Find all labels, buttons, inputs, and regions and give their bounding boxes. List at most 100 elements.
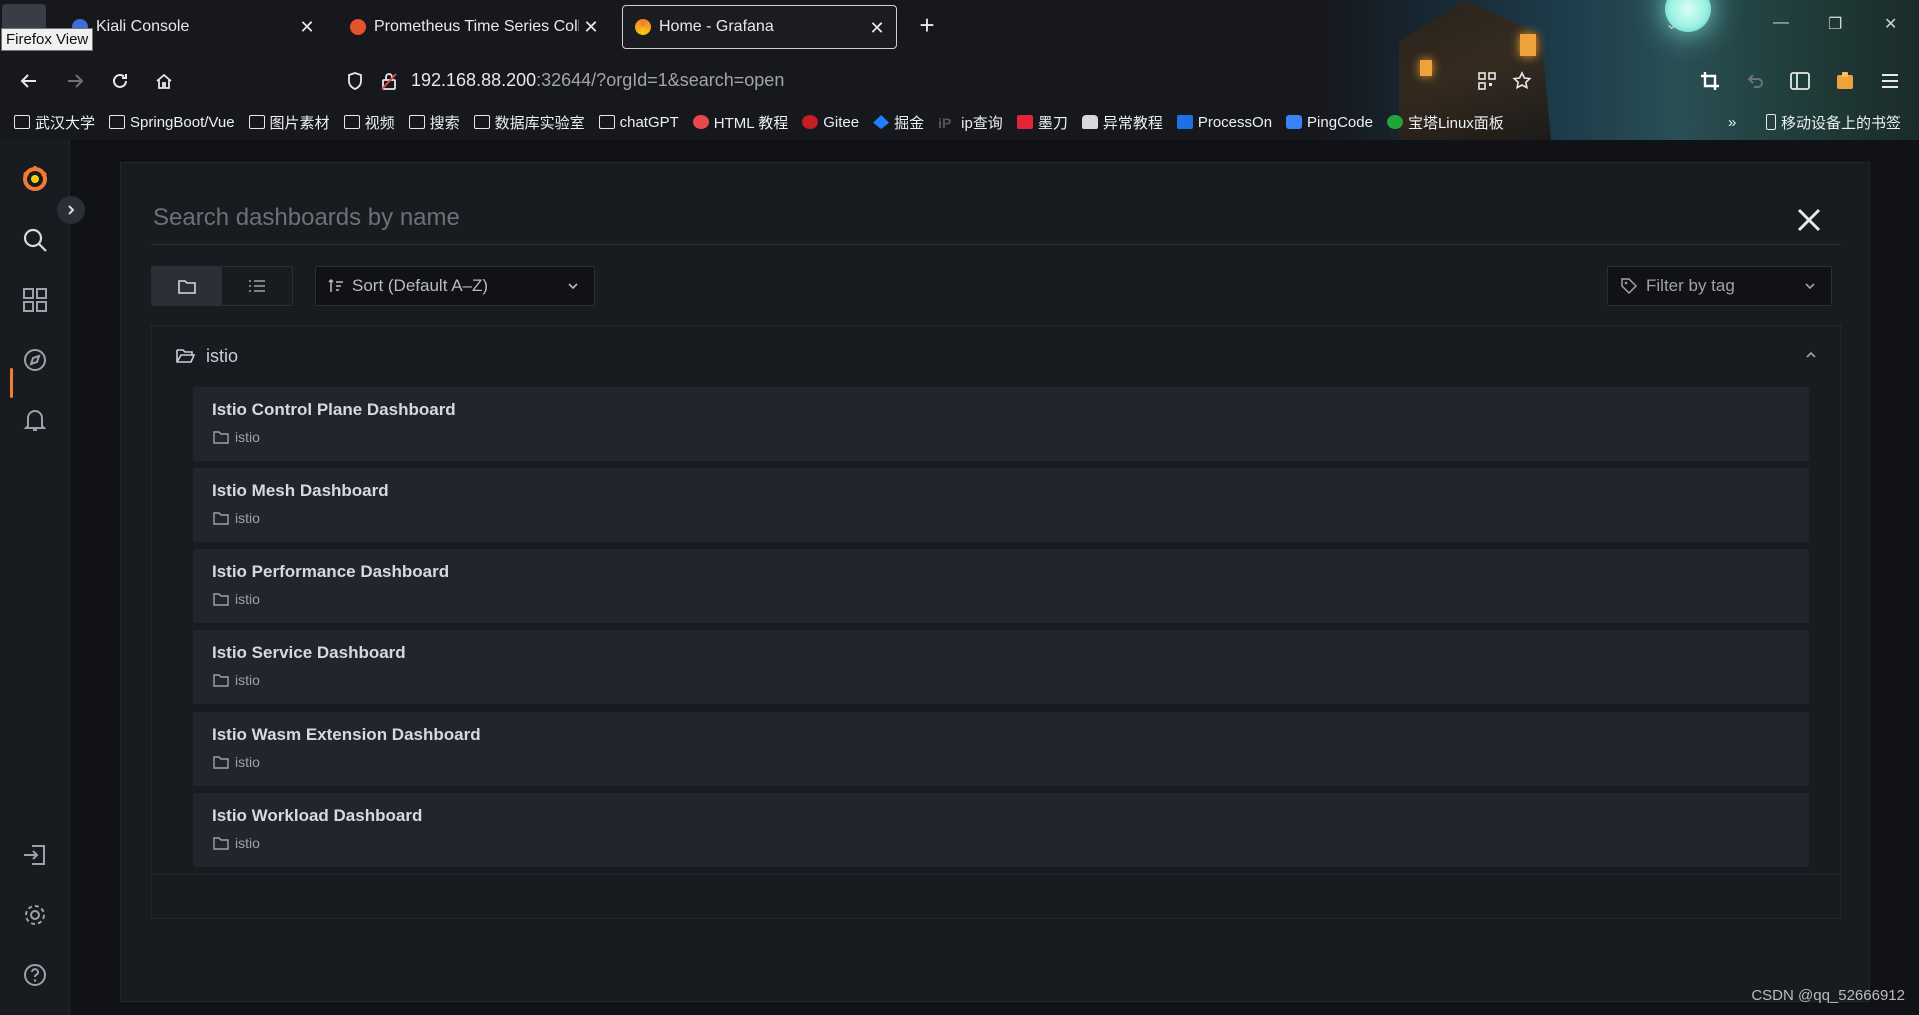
dashboard-title: Istio Control Plane Dashboard: [212, 400, 456, 419]
bookmark-item[interactable]: chatGPT: [598, 114, 679, 131]
dashboard-item[interactable]: Istio Performance Dashboard istio: [193, 549, 1809, 623]
url-bar[interactable]: 192.168.88.200:32644/?orgId=1&search=ope…: [411, 70, 784, 91]
dashboards-grid-icon[interactable]: [20, 285, 50, 315]
dashboard-folder-name: istio: [235, 591, 260, 607]
search-results: istio Istio Control Plane Dashboard isti…: [151, 325, 1841, 919]
bookmark-item[interactable]: SpringBoot/Vue: [109, 114, 235, 131]
bookmark-item[interactable]: Gitee: [802, 114, 859, 131]
sidebar-expand-button[interactable]: [57, 196, 85, 224]
folder-icon: [178, 280, 196, 294]
dashboard-item[interactable]: Istio Workload Dashboard istio: [193, 793, 1809, 867]
url-host: 192.168.88.200: [411, 70, 537, 90]
gitee-logo-icon: [802, 115, 819, 129]
juejin-logo-icon: [873, 115, 890, 129]
folder-view-button[interactable]: [152, 267, 222, 305]
tag-filter-select[interactable]: Filter by tag: [1607, 266, 1832, 306]
restore-button[interactable]: ❐: [1828, 14, 1842, 34]
search-nav-icon[interactable]: [20, 225, 50, 255]
tag-icon: [1621, 278, 1638, 295]
tracking-protection-shield-icon[interactable]: [340, 66, 370, 96]
tab-prometheus[interactable]: Prometheus Time Series Coll ✕: [338, 5, 610, 49]
chevron-down-icon: [1805, 283, 1815, 290]
list-view-button[interactable]: [222, 267, 292, 305]
close-search-button[interactable]: [1794, 205, 1824, 235]
list-tabs-chevron-icon[interactable]: ⌄: [1665, 14, 1678, 34]
tab-kiali[interactable]: Kiali Console ✕: [60, 5, 326, 49]
dashboard-folder-name: istio: [235, 429, 260, 445]
dashboard-item[interactable]: Istio Control Plane Dashboard istio: [193, 387, 1809, 461]
folder-icon: [343, 115, 360, 129]
folder-icon: [213, 756, 229, 769]
home-icon: [156, 73, 172, 89]
sign-in-icon[interactable]: [20, 840, 50, 870]
bookmark-label: Gitee: [823, 113, 860, 131]
close-icon[interactable]: ✕: [868, 19, 886, 37]
bookmark-item[interactable]: 宝塔Linux面板: [1386, 112, 1504, 133]
minimize-button[interactable]: —: [1773, 14, 1789, 32]
bookmark-star-icon[interactable]: [1507, 66, 1537, 96]
bookmark-label: 图片素材: [269, 114, 330, 132]
back-button[interactable]: [14, 66, 44, 96]
dashboard-item[interactable]: Istio Wasm Extension Dashboard istio: [193, 712, 1809, 786]
tab-grafana[interactable]: Home - Grafana ✕: [622, 5, 897, 49]
bookmark-item[interactable]: 墨刀: [1016, 112, 1068, 133]
bookmark-label: 异常教程: [1102, 114, 1163, 132]
menu-hamburger-icon[interactable]: [1875, 66, 1905, 96]
insecure-lock-icon[interactable]: [374, 66, 404, 96]
explore-compass-icon[interactable]: [20, 345, 50, 375]
search-underline: [151, 244, 1841, 245]
search-input[interactable]: [153, 197, 1653, 239]
help-icon[interactable]: [20, 960, 50, 990]
sort-label: Sort (Default A–Z): [352, 276, 489, 295]
settings-gear-icon[interactable]: [20, 900, 50, 930]
pingcode-logo-icon: [1286, 115, 1303, 129]
grafana-sidebar: [0, 140, 70, 1015]
bookmark-item[interactable]: ProcessOn: [1176, 114, 1272, 131]
extension-icon[interactable]: [1830, 66, 1860, 96]
reload-button[interactable]: [105, 66, 135, 96]
bookmark-item[interactable]: 数据库实验室: [473, 112, 585, 133]
dashboard-item[interactable]: Istio Mesh Dashboard istio: [193, 468, 1809, 542]
folder-icon: [213, 674, 229, 687]
bookmark-item[interactable]: 武汉大学: [14, 112, 95, 133]
bookmark-item[interactable]: 图片素材: [248, 112, 330, 133]
new-tab-button[interactable]: +: [912, 10, 942, 40]
mobile-device-icon: [1766, 114, 1776, 130]
bookmark-item[interactable]: 异常教程: [1081, 112, 1163, 133]
folder-icon: [213, 431, 229, 444]
bookmark-label: 宝塔Linux面板: [1407, 114, 1504, 132]
undo-icon[interactable]: [1740, 66, 1770, 96]
folder-section-header[interactable]: istio: [152, 326, 1840, 386]
bookmark-item[interactable]: HTML 教程: [692, 112, 788, 133]
close-icon[interactable]: ✕: [298, 18, 316, 36]
home-button[interactable]: [149, 66, 179, 96]
modao-logo-icon: [1016, 115, 1033, 129]
bookmarks-overflow-chevron-icon[interactable]: »: [1728, 114, 1736, 131]
folder-icon: [213, 837, 229, 850]
watermark-text: CSDN @qq_52666912: [1751, 987, 1905, 1004]
forward-button[interactable]: [60, 66, 90, 96]
folder-icon: [473, 115, 490, 129]
bookmark-item[interactable]: PingCode: [1286, 114, 1373, 131]
dashboard-item[interactable]: Istio Service Dashboard istio: [193, 630, 1809, 704]
sort-select[interactable]: Sort (Default A–Z): [315, 266, 595, 306]
alerting-bell-icon[interactable]: [20, 405, 50, 435]
window-close-button[interactable]: ✕: [1884, 14, 1897, 34]
qr-code-icon[interactable]: [1472, 66, 1502, 96]
bookmark-label: 墨刀: [1037, 114, 1068, 132]
reload-icon: [113, 73, 127, 88]
folder-icon: [408, 115, 425, 129]
grafana-logo-icon[interactable]: [20, 164, 50, 194]
bookmark-item[interactable]: 掘金: [873, 112, 924, 133]
bookmark-label: PingCode: [1307, 113, 1373, 131]
bookmark-item[interactable]: 搜索: [408, 112, 460, 133]
sidebar-toggle-icon[interactable]: [1785, 66, 1815, 96]
screenshot-crop-icon[interactable]: [1695, 66, 1725, 96]
bookmark-item[interactable]: iP ip查询: [938, 112, 1003, 133]
dashboard-folder-label: istio: [213, 591, 260, 607]
results-divider: [152, 874, 1840, 875]
bookmark-item[interactable]: 视频: [343, 112, 395, 133]
bookmark-label: 武汉大学: [35, 114, 96, 132]
close-icon[interactable]: ✕: [582, 18, 600, 36]
mobile-bookmarks[interactable]: 移动设备上的书签: [1766, 112, 1901, 133]
